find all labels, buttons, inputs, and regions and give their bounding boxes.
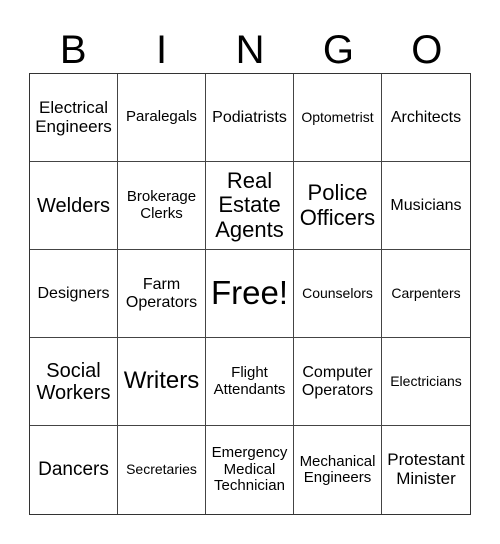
bingo-cell[interactable]: Writers <box>118 338 206 426</box>
bingo-cell[interactable]: Protestant Minister <box>382 426 470 514</box>
header-letter-i: I <box>156 28 168 72</box>
bingo-cell[interactable]: Mechanical Engineers <box>294 426 382 514</box>
header-letter-g: G <box>322 28 354 72</box>
bingo-cell[interactable]: Real Estate Agents <box>206 162 294 250</box>
bingo-cell[interactable]: Police Officers <box>294 162 382 250</box>
bingo-cell[interactable]: Farm Operators <box>118 250 206 338</box>
bingo-cell[interactable]: Electricians <box>382 338 470 426</box>
bingo-cell[interactable]: Social Workers <box>30 338 118 426</box>
bingo-cell[interactable]: Emergency Medical Technician <box>206 426 294 514</box>
header-letter-b: B <box>59 28 87 72</box>
bingo-cell[interactable]: Architects <box>382 74 470 162</box>
bingo-cell[interactable]: Optometrist <box>294 74 382 162</box>
free-space[interactable]: Free! <box>206 250 294 338</box>
bingo-cell[interactable]: Brokerage Clerks <box>118 162 206 250</box>
bingo-cell[interactable]: Dancers <box>30 426 118 514</box>
bingo-cell[interactable]: Podiatrists <box>206 74 294 162</box>
bingo-cell[interactable]: Welders <box>30 162 118 250</box>
header-letter-n: N <box>235 28 265 72</box>
bingo-cell[interactable]: Secretaries <box>118 426 206 514</box>
bingo-cell[interactable]: Carpenters <box>382 250 470 338</box>
header-letter-o: O <box>411 28 443 72</box>
bingo-cell[interactable]: Flight Attendants <box>206 338 294 426</box>
bingo-card: Electrical Engineers Paralegals Podiatri… <box>29 73 471 515</box>
bingo-cell[interactable]: Computer Operators <box>294 338 382 426</box>
bingo-header: B I N G O <box>29 30 471 70</box>
bingo-cell[interactable]: Counselors <box>294 250 382 338</box>
bingo-cell[interactable]: Electrical Engineers <box>30 74 118 162</box>
bingo-cell[interactable]: Designers <box>30 250 118 338</box>
bingo-cell[interactable]: Musicians <box>382 162 470 250</box>
bingo-cell[interactable]: Paralegals <box>118 74 206 162</box>
